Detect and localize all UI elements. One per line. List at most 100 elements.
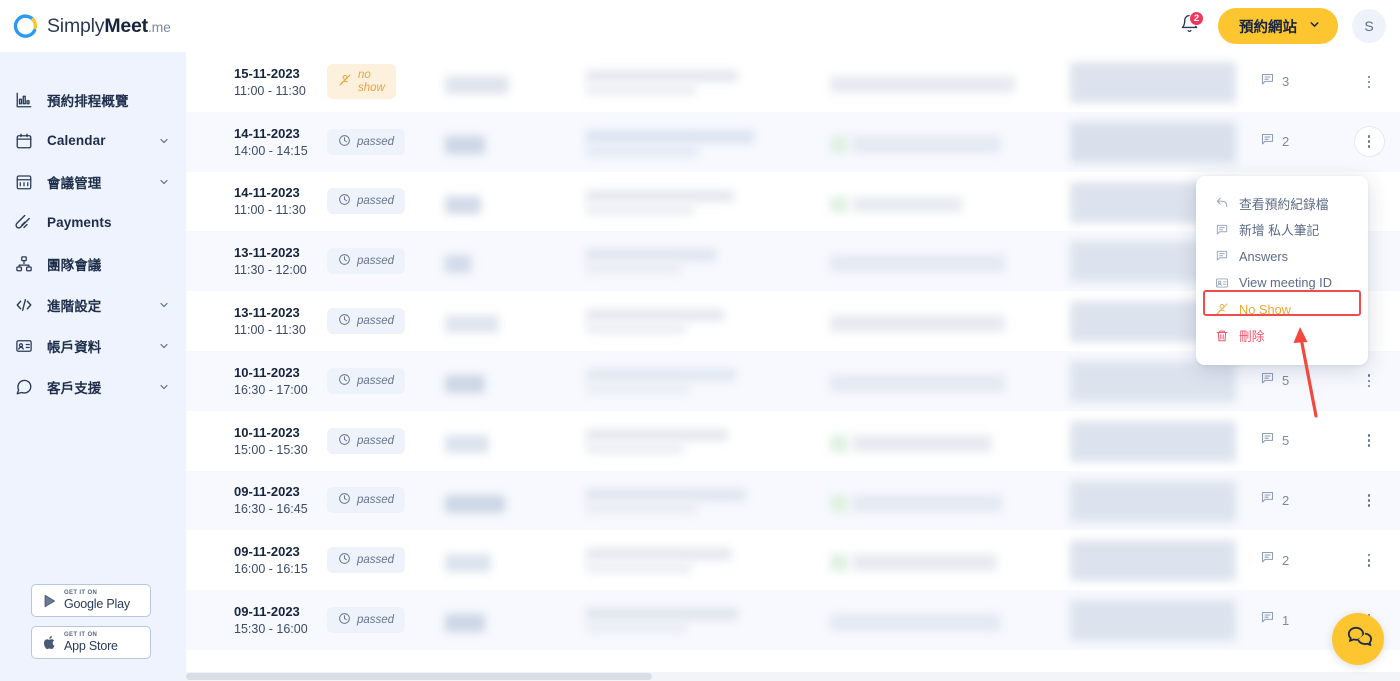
google-play-text: GET IT ON Google Play (64, 590, 130, 611)
booking-comments[interactable]: 1 (1242, 610, 1338, 630)
row-actions[interactable] (1338, 425, 1400, 456)
redacted-detail (816, 411, 1056, 471)
context-menu-item-view-booking-log[interactable]: 查看預約紀錄檔 (1196, 190, 1368, 217)
booking-date: 13-11-2023 (234, 305, 300, 321)
status-badge-passed: passed (327, 188, 406, 215)
more-vertical-icon[interactable] (1354, 425, 1385, 456)
booking-datetime: 10-11-2023 16:30 - 17:00 (186, 365, 308, 397)
sidebar-item-label: 預約排程概覽 (47, 93, 129, 109)
more-vertical-icon[interactable] (1354, 485, 1385, 516)
status-badge-label: passed (357, 374, 395, 387)
booking-status: passed (306, 427, 431, 454)
sidebar-item-label: 客戶支援 (47, 380, 102, 396)
context-menu-item-no-show[interactable]: No Show (1196, 296, 1368, 323)
sidebar-item-meeting-management[interactable]: 會議管理 (0, 161, 186, 202)
table-row[interactable]: 10-11-2023 15:00 - 15:30 passed 5 (186, 410, 1400, 471)
comment-count: 3 (1282, 74, 1290, 90)
booking-date: 09-11-2023 (234, 604, 300, 620)
booking-comments[interactable]: 2 (1242, 490, 1338, 510)
horizontal-scrollbar[interactable] (186, 672, 1400, 681)
sidebar-item-label: Payments (47, 215, 112, 230)
row-actions[interactable] (1338, 485, 1400, 516)
sidebar-item-advanced-settings[interactable]: 進階設定 (0, 284, 186, 325)
chevron-down-icon[interactable] (158, 299, 170, 311)
context-menu-item-label: No Show (1239, 301, 1291, 317)
clock-icon (338, 552, 351, 568)
table-row[interactable]: 15-11-2023 11:00 - 11:30 no show 3 (186, 52, 1400, 112)
sidebar-item-label: 帳戶資料 (47, 339, 102, 355)
booking-datetime: 15-11-2023 11:00 - 11:30 (186, 66, 306, 98)
notifications-button[interactable]: 2 (1174, 11, 1204, 41)
booking-site-button[interactable]: 預約網站 (1218, 8, 1338, 44)
more-vertical-icon[interactable] (1353, 126, 1385, 158)
redacted-subject (576, 291, 816, 351)
booking-datetime: 13-11-2023 11:00 - 11:30 (186, 305, 306, 337)
clock-icon (338, 373, 351, 389)
chevron-down-icon[interactable] (158, 176, 170, 188)
booking-comments[interactable]: 2 (1242, 550, 1338, 570)
google-play-button[interactable]: GET IT ON Google Play (31, 584, 151, 617)
context-menu-item-label: 查看預約紀錄檔 (1239, 196, 1329, 212)
booking-comments[interactable]: 2 (1242, 132, 1338, 152)
sidebar-item-overview[interactable]: 預約排程概覽 (0, 79, 186, 120)
logo-text-meet: Meet (104, 14, 148, 37)
more-vertical-icon[interactable] (1354, 365, 1385, 396)
chat-widget-button[interactable] (1332, 613, 1384, 665)
redacted-detail (816, 112, 1056, 172)
more-vertical-icon[interactable] (1354, 66, 1385, 97)
booking-site-label: 預約網站 (1239, 19, 1297, 36)
brand-logo[interactable]: SimplyMeet.me (13, 13, 171, 39)
status-badge-passed: passed (327, 308, 406, 335)
booking-date: 14-11-2023 (234, 185, 300, 201)
table-row[interactable]: 09-11-2023 15:30 - 16:00 passed 1 (186, 590, 1400, 650)
row-actions[interactable] (1338, 365, 1400, 396)
booking-comments[interactable]: 5 (1242, 431, 1338, 451)
notification-badge: 2 (1189, 11, 1204, 26)
redacted-detail (816, 471, 1056, 531)
no-show-icon (338, 73, 352, 90)
table-row[interactable]: 09-11-2023 16:00 - 16:15 passed 2 (186, 530, 1400, 591)
row-actions[interactable] (1338, 126, 1400, 158)
comment-count: 2 (1282, 134, 1290, 150)
avatar[interactable]: S (1352, 9, 1386, 43)
clock-icon (338, 253, 351, 269)
status-badge-label: passed (357, 195, 395, 208)
booking-datetime: 09-11-2023 16:30 - 16:45 (186, 484, 308, 516)
redacted-extra (1056, 112, 1242, 172)
sidebar-item-customer-support[interactable]: 客戶支援 (0, 366, 186, 407)
booking-status: no show (306, 64, 431, 100)
context-menu-item-delete[interactable]: 刪除 (1196, 323, 1368, 350)
table-row[interactable]: 14-11-2023 14:00 - 14:15 passed 2 (186, 111, 1400, 172)
table-row[interactable]: 09-11-2023 16:30 - 16:45 passed 2 (186, 470, 1400, 531)
booking-comments[interactable]: 3 (1242, 72, 1338, 92)
chevron-down-icon[interactable] (158, 135, 170, 147)
chevron-down-icon[interactable] (158, 381, 170, 393)
sidebar-item-team-meetings[interactable]: 團隊會議 (0, 243, 186, 284)
sidebar-item-calendar[interactable]: Calendar (0, 120, 186, 161)
booking-date: 15-11-2023 (234, 65, 300, 81)
context-menu-item-add-private-note[interactable]: 新增 私人筆記 (1196, 217, 1368, 244)
redacted-extra (1056, 530, 1242, 590)
app-header: SimplyMeet.me 2 預約網站 S (0, 0, 1400, 52)
sidebar-item-payments[interactable]: Payments (0, 202, 186, 243)
sidebar-item-account-info[interactable]: 帳戶資料 (0, 325, 186, 366)
horizontal-scrollbar-thumb[interactable] (186, 673, 652, 680)
bookings-table: 15-11-2023 11:00 - 11:30 no show 3 14-11… (186, 52, 1400, 681)
booking-time: 16:00 - 16:15 (234, 562, 308, 577)
booking-time: 11:00 - 11:30 (234, 83, 306, 98)
more-vertical-icon[interactable] (1354, 545, 1385, 576)
status-badge-passed: passed (327, 547, 406, 574)
store-badge-top-line: GET IT ON (64, 632, 98, 639)
status-badge-label: passed (357, 494, 395, 507)
chevron-down-icon[interactable] (158, 340, 170, 352)
booking-comments[interactable]: 5 (1242, 371, 1338, 391)
app-store-button[interactable]: GET IT ON App Store (31, 626, 151, 659)
redacted-subject (576, 411, 816, 471)
status-badge-label: passed (357, 434, 395, 447)
context-menu-item-view-meeting-id[interactable]: View meeting ID (1196, 270, 1368, 297)
row-actions[interactable] (1338, 66, 1400, 97)
booking-datetime: 14-11-2023 11:00 - 11:30 (186, 185, 306, 217)
sidebar-item-label: 會議管理 (47, 175, 102, 191)
context-menu-item-answers[interactable]: Answers (1196, 243, 1368, 270)
row-actions[interactable] (1338, 545, 1400, 576)
